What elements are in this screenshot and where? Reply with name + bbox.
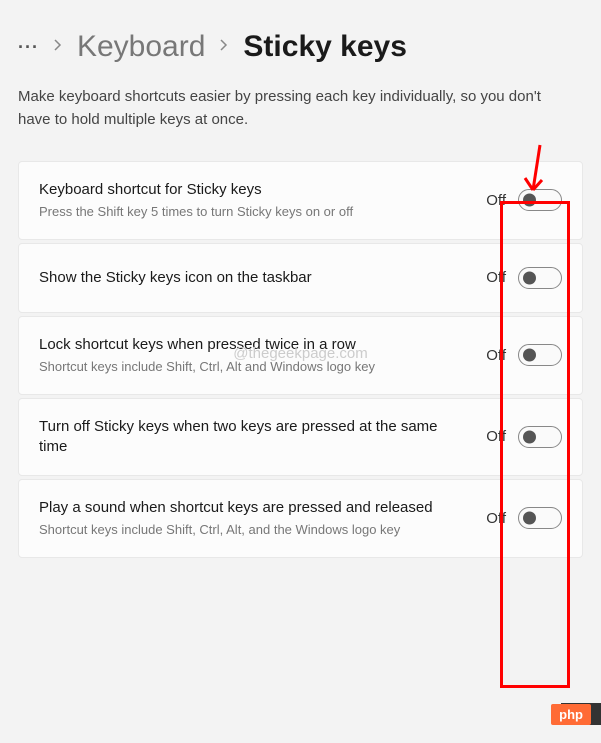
toggle-state-label: Off (486, 428, 506, 445)
setting-title: Keyboard shortcut for Sticky keys (39, 180, 466, 200)
setting-text: Turn off Sticky keys when two keys are p… (39, 417, 486, 458)
setting-control: Off (486, 189, 562, 211)
toggle-state-label: Off (486, 192, 506, 209)
setting-control: Off (486, 344, 562, 366)
setting-text: Show the Sticky keys icon on the taskbar (39, 268, 486, 288)
setting-subtitle: Shortcut keys include Shift, Ctrl, Alt a… (39, 358, 466, 376)
setting-text: Keyboard shortcut for Sticky keys Press … (39, 180, 486, 221)
toggle-state-label: Off (486, 347, 506, 364)
setting-title: Show the Sticky keys icon on the taskbar (39, 268, 466, 288)
setting-control: Off (486, 507, 562, 529)
toggle-thumb (523, 349, 536, 362)
setting-turn-off-two-keys: Turn off Sticky keys when two keys are p… (18, 398, 583, 477)
breadcrumb-keyboard[interactable]: Keyboard (77, 30, 205, 64)
setting-show-icon-taskbar: Show the Sticky keys icon on the taskbar… (18, 243, 583, 313)
setting-keyboard-shortcut: Keyboard shortcut for Sticky keys Press … (18, 161, 583, 240)
setting-subtitle: Press the Shift key 5 times to turn Stic… (39, 203, 466, 221)
settings-list: Keyboard shortcut for Sticky keys Press … (18, 161, 583, 558)
toggle-state-label: Off (486, 510, 506, 527)
toggle-thumb (523, 512, 536, 525)
toggle-state-label: Off (486, 269, 506, 286)
toggle-switch[interactable] (518, 267, 562, 289)
toggle-thumb (523, 430, 536, 443)
chevron-right-icon (219, 38, 229, 57)
toggle-thumb (523, 271, 536, 284)
setting-control: Off (486, 267, 562, 289)
page-title: Sticky keys (243, 30, 406, 64)
setting-title: Turn off Sticky keys when two keys are p… (39, 417, 466, 458)
setting-text: Play a sound when shortcut keys are pres… (39, 498, 486, 539)
toggle-switch[interactable] (518, 189, 562, 211)
breadcrumb-more-icon[interactable]: ··· (18, 37, 39, 58)
chevron-right-icon (53, 38, 63, 57)
setting-play-sound: Play a sound when shortcut keys are pres… (18, 479, 583, 558)
setting-title: Lock shortcut keys when pressed twice in… (39, 335, 466, 355)
toggle-thumb (523, 194, 536, 207)
toggle-switch[interactable] (518, 344, 562, 366)
setting-text: Lock shortcut keys when pressed twice in… (39, 335, 486, 376)
setting-control: Off (486, 426, 562, 448)
setting-lock-shortcut: Lock shortcut keys when pressed twice in… (18, 316, 583, 395)
breadcrumb: ··· Keyboard Sticky keys (18, 30, 583, 64)
setting-subtitle: Shortcut keys include Shift, Ctrl, Alt, … (39, 521, 466, 539)
setting-title: Play a sound when shortcut keys are pres… (39, 498, 466, 518)
page-description: Make keyboard shortcuts easier by pressi… (18, 86, 583, 131)
php-badge: php (551, 704, 591, 725)
toggle-switch[interactable] (518, 426, 562, 448)
toggle-switch[interactable] (518, 507, 562, 529)
